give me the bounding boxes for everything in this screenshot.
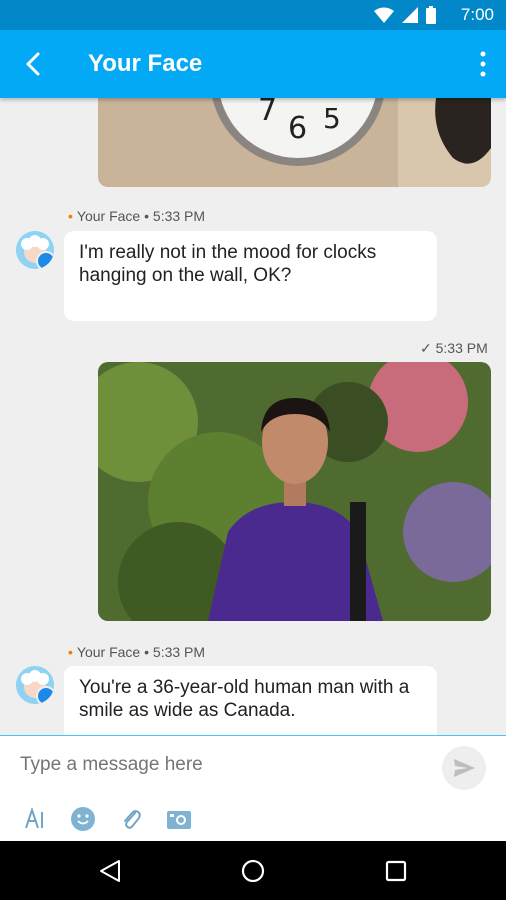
battery-icon xyxy=(426,6,436,24)
nav-back-icon[interactable] xyxy=(97,858,123,884)
status-icons xyxy=(374,6,436,24)
more-vert-icon[interactable] xyxy=(478,50,488,78)
sender-name: Your Face xyxy=(76,208,141,224)
svg-text:7: 7 xyxy=(258,98,277,128)
conversation-title: Your Face xyxy=(88,50,203,77)
svg-text:5: 5 xyxy=(323,102,341,135)
sender-name: Your Face xyxy=(76,644,141,660)
message-time: 5:33 PM xyxy=(152,644,206,660)
status-time: 7:00 xyxy=(460,5,494,24)
incoming-message-bubble[interactable]: I'm really not in the mood for clocks ha… xyxy=(64,231,437,321)
verified-check-icon xyxy=(36,251,54,269)
system-nav-bar xyxy=(0,841,506,900)
composer-toolbar xyxy=(22,806,192,832)
message-meta: • Your Face • 5:33 PM xyxy=(68,208,206,224)
message-composer xyxy=(0,735,506,842)
nav-home-icon[interactable] xyxy=(240,858,266,884)
clock-photo[interactable]: 7 6 5 4 xyxy=(98,98,491,187)
avatar[interactable] xyxy=(16,231,54,269)
sent-message-meta: ✓ 5:33 PM xyxy=(420,340,488,357)
presence-dot: • xyxy=(68,644,73,660)
sent-time: 5:33 PM xyxy=(435,340,488,356)
svg-text:4: 4 xyxy=(350,98,364,104)
emoji-icon[interactable] xyxy=(70,806,96,832)
message-input[interactable] xyxy=(20,754,420,776)
text-format-icon[interactable] xyxy=(22,806,48,832)
nav-recents-icon[interactable] xyxy=(383,858,409,884)
delivered-check-icon: ✓ xyxy=(420,340,432,356)
app-bar: Your Face xyxy=(0,30,506,98)
back-arrow-icon[interactable] xyxy=(18,48,50,80)
send-icon xyxy=(454,759,475,777)
send-button[interactable] xyxy=(442,746,486,790)
wifi-icon xyxy=(374,7,394,23)
presence-dot: • xyxy=(68,208,73,224)
chat-thread[interactable]: 7 6 5 4 •Your Face • 5:33 PM I'm really … xyxy=(0,98,506,735)
avatar[interactable] xyxy=(16,666,54,704)
attach-icon[interactable] xyxy=(118,806,144,832)
status-bar: 7:00 xyxy=(0,0,506,30)
sent-photo[interactable] xyxy=(98,362,491,621)
camera-icon[interactable] xyxy=(166,806,192,832)
message-meta: • Your Face • 5:33 PM xyxy=(68,644,206,660)
verified-check-icon xyxy=(36,686,54,704)
incoming-message-bubble[interactable]: You're a 36-year-old human man with a sm… xyxy=(64,666,437,735)
signal-icon xyxy=(402,7,418,23)
svg-text:6: 6 xyxy=(288,111,307,146)
message-time: 5:33 PM xyxy=(152,208,206,224)
